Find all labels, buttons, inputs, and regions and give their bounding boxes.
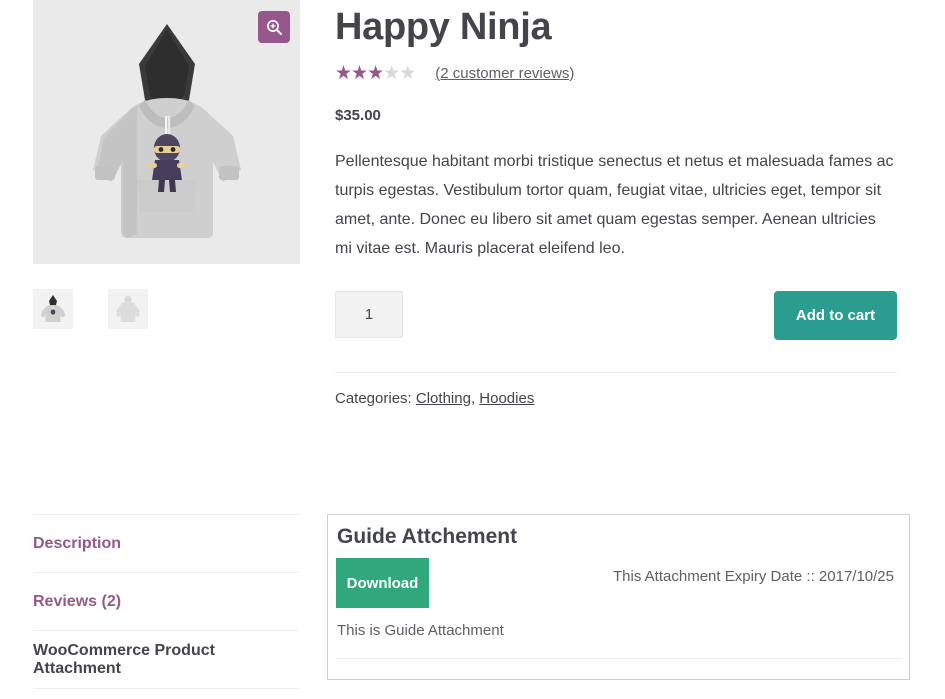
- star-rating: ★ ★ ★ ★ ★: [335, 64, 415, 83]
- add-to-cart-button[interactable]: Add to cart: [774, 291, 897, 340]
- add-to-cart-form: Add to cart: [335, 291, 897, 340]
- download-button[interactable]: Download: [336, 558, 429, 608]
- tab-description[interactable]: Description: [33, 515, 300, 572]
- page-title: Happy Ninja: [335, 0, 897, 50]
- quantity-input[interactable]: [335, 291, 403, 338]
- star-icon: ★: [351, 64, 367, 83]
- tab-divider: [33, 688, 300, 689]
- product-page: Happy Ninja ★ ★ ★ ★ ★ (2 customer review…: [0, 0, 945, 699]
- tab-woocommerce-product-attachment[interactable]: WooCommerce Product Attachment: [33, 631, 300, 688]
- attachment-title: Guide Attchement: [328, 515, 909, 549]
- product-description: Pellentesque habitant morbi tristique se…: [335, 147, 897, 263]
- star-icon: ★: [367, 64, 383, 83]
- star-icon: ★: [383, 64, 399, 83]
- category-link-hoodies[interactable]: Hoodies: [479, 390, 534, 407]
- star-icon: ★: [335, 64, 351, 83]
- product-details: Happy Ninja ★ ★ ★ ★ ★ (2 customer review…: [335, 0, 897, 407]
- attachment-inner-divider: [336, 658, 901, 659]
- attachment-panel: Guide Attchement Download This Attachmen…: [327, 514, 910, 680]
- summary-divider: [335, 372, 897, 373]
- attachment-body: Download This Attachment Expiry Date :: …: [328, 558, 909, 622]
- product-tabs: Description Reviews (2) WooCommerce Prod…: [33, 514, 300, 689]
- thumbnail-item[interactable]: [33, 289, 73, 329]
- hoodie-illustration: [83, 20, 251, 245]
- categories-label: Categories:: [335, 390, 412, 407]
- rating-row: ★ ★ ★ ★ ★ (2 customer reviews): [335, 63, 897, 83]
- tab-reviews[interactable]: Reviews (2): [33, 573, 300, 630]
- attachment-expiry-date: This Attachment Expiry Date :: 2017/10/2…: [613, 568, 894, 585]
- thumbnail-list: [33, 289, 148, 329]
- star-icon: ★: [399, 64, 415, 83]
- product-price: $35.00: [335, 107, 897, 124]
- attachment-description: This is Guide Attachment: [328, 622, 909, 639]
- main-product-image[interactable]: [33, 0, 300, 264]
- thumbnail-item[interactable]: [108, 289, 148, 329]
- product-gallery: [33, 0, 300, 264]
- customer-reviews-link[interactable]: (2 customer reviews): [435, 65, 574, 82]
- search-plus-icon[interactable]: [258, 11, 290, 43]
- product-categories: Categories: Clothing, Hoodies: [335, 390, 897, 407]
- category-link-clothing[interactable]: Clothing: [416, 390, 471, 407]
